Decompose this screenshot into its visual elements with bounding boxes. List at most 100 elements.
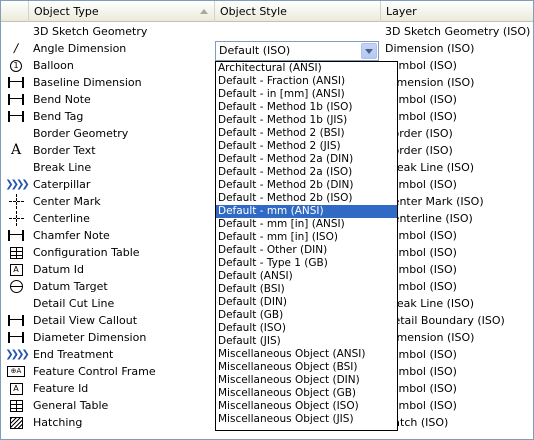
layer-cell[interactable]: Centerline (ISO) bbox=[385, 210, 473, 227]
dropdown-option[interactable]: Miscellaneous Object (GB) bbox=[216, 387, 397, 400]
object-type-cell: Datum Id bbox=[33, 263, 84, 276]
feature-control-frame-icon: ⊕A bbox=[6, 363, 26, 380]
dropdown-option[interactable]: Default - Fraction (ANSI) bbox=[216, 75, 397, 88]
column-header-layer-label: Layer bbox=[386, 5, 417, 18]
layer-cell[interactable]: Break Line (ISO) bbox=[385, 295, 474, 312]
object-type-cell: Chamfer Note bbox=[33, 229, 110, 242]
object-type-cell: Balloon bbox=[33, 59, 74, 72]
object-type-cell: Datum Target bbox=[33, 280, 108, 293]
row-icon-empty bbox=[6, 125, 26, 142]
dropdown-option[interactable]: Default - in [mm] (ANSI) bbox=[216, 88, 397, 101]
object-type-cell: Feature Control Frame bbox=[33, 365, 156, 378]
layer-cell[interactable]: 3D Sketch Geometry (ISO) bbox=[385, 23, 530, 40]
dropdown-option[interactable]: Default (GB) bbox=[216, 309, 397, 322]
object-style-dropdown-list: Architectural (ANSI) Default - Fraction (… bbox=[215, 61, 398, 431]
object-type-cell: 3D Sketch Geometry bbox=[33, 25, 148, 38]
hatch-icon bbox=[6, 414, 26, 431]
object-style-combo[interactable]: Default (ISO) bbox=[215, 41, 379, 61]
layer-cell[interactable]: Dimension (ISO) bbox=[385, 74, 474, 91]
dropdown-option[interactable]: Miscellaneous Object (ISO) bbox=[216, 400, 397, 413]
dimension-icon bbox=[6, 91, 26, 108]
caterpillar-icon: ❯❯❯❯ bbox=[5, 349, 29, 360]
dropdown-option[interactable]: Default - Method 2b (ISO) bbox=[216, 192, 397, 205]
column-header-object-type[interactable]: Object Type bbox=[29, 1, 215, 22]
caterpillar-icon: ❯❯❯❯ bbox=[5, 179, 29, 190]
layer-cell[interactable]: Dimension (ISO) bbox=[385, 40, 474, 57]
layer-cell[interactable]: Detail Boundary (ISO) bbox=[385, 312, 505, 329]
layer-cell[interactable]: Center Mark (ISO) bbox=[385, 193, 484, 210]
object-type-cell: Diameter Dimension bbox=[33, 331, 147, 344]
dropdown-option[interactable]: Default (JIS) bbox=[216, 335, 397, 348]
text-icon: A bbox=[10, 142, 22, 158]
object-type-cell: Bend Note bbox=[33, 93, 91, 106]
object-type-cell: Center Mark bbox=[33, 195, 101, 208]
dropdown-option[interactable]: Architectural (ANSI) bbox=[216, 62, 397, 75]
dropdown-option[interactable]: Miscellaneous Object (JIS) bbox=[216, 413, 397, 426]
dropdown-option[interactable]: Default - Method 2 (JIS) bbox=[216, 140, 397, 153]
layer-cell[interactable]: Break Line (ISO) bbox=[385, 159, 474, 176]
dropdown-option[interactable]: Default - Method 2a (DIN) bbox=[216, 153, 397, 166]
dropdown-option[interactable]: Default - Method 2a (ISO) bbox=[216, 166, 397, 179]
dropdown-option[interactable]: Default - Other (DIN) bbox=[216, 244, 397, 257]
dropdown-option[interactable]: Default (DIN) bbox=[216, 296, 397, 309]
row-icon-empty bbox=[6, 159, 26, 176]
object-type-cell: General Table bbox=[33, 399, 109, 412]
dropdown-option[interactable]: Miscellaneous Object (BSI) bbox=[216, 361, 397, 374]
dropdown-option[interactable]: Default - Type 1 (GB) bbox=[216, 257, 397, 270]
dimension-icon bbox=[6, 227, 26, 244]
object-type-cell: Configuration Table bbox=[33, 246, 140, 259]
object-type-cell: Hatching bbox=[33, 416, 83, 429]
table-row[interactable]: 3D Sketch Geometry 3D Sketch Geometry (IS… bbox=[1, 23, 533, 40]
datum-id-icon: A bbox=[6, 380, 26, 397]
dropdown-option[interactable]: Default - mm [in] (ANSI) bbox=[216, 218, 397, 231]
column-header-object-style[interactable]: Object Style bbox=[215, 1, 381, 22]
sort-ascending-icon bbox=[200, 9, 208, 14]
object-type-cell: Feature Id bbox=[33, 382, 89, 395]
dropdown-option[interactable]: Default - Method 1b (ISO) bbox=[216, 101, 397, 114]
chevron-down-icon bbox=[365, 48, 373, 54]
table-icon bbox=[6, 244, 26, 261]
dimension-icon bbox=[6, 329, 26, 346]
angle-dimension-icon: ∕ bbox=[13, 41, 19, 55]
object-type-cell: Detail Cut Line bbox=[33, 297, 115, 310]
object-type-cell: Angle Dimension bbox=[33, 42, 127, 55]
combo-dropdown-button[interactable] bbox=[361, 43, 377, 59]
object-type-cell: End Treatment bbox=[33, 348, 114, 361]
center-mark-icon bbox=[6, 193, 26, 210]
dropdown-option[interactable]: Default (ISO) bbox=[216, 322, 397, 335]
object-type-cell: Bend Tag bbox=[33, 110, 84, 123]
object-type-cell: Detail View Callout bbox=[33, 314, 138, 327]
dropdown-option[interactable]: Default - Method 1b (JIS) bbox=[216, 114, 397, 127]
layer-cell[interactable]: Dimension (ISO) bbox=[385, 329, 474, 346]
dimension-icon bbox=[6, 74, 26, 91]
dropdown-option[interactable]: Default - mm [in] (ISO) bbox=[216, 231, 397, 244]
balloon-icon: 1 bbox=[6, 57, 26, 74]
row-icon-empty bbox=[6, 23, 26, 40]
dimension-icon bbox=[6, 312, 26, 329]
column-header-row: Object Type Object Style Layer bbox=[1, 1, 533, 22]
column-header-layer[interactable]: Layer bbox=[381, 1, 533, 22]
column-header-object-style-label: Object Style bbox=[220, 5, 287, 18]
column-header-icon[interactable] bbox=[1, 1, 29, 22]
table-icon bbox=[6, 397, 26, 414]
object-type-cell: Border Geometry bbox=[33, 127, 129, 140]
object-type-cell: Border Text bbox=[33, 144, 96, 157]
dropdown-option[interactable]: Default - Method 2b (DIN) bbox=[216, 179, 397, 192]
dropdown-option[interactable]: Default - mm (ANSI) bbox=[216, 205, 397, 218]
row-icon-empty bbox=[6, 295, 26, 312]
dropdown-option[interactable]: Default (BSI) bbox=[216, 283, 397, 296]
column-header-object-type-label: Object Type bbox=[34, 5, 99, 18]
centerline-icon bbox=[6, 210, 26, 227]
object-type-cell: Caterpillar bbox=[33, 178, 91, 191]
object-type-cell: Baseline Dimension bbox=[33, 76, 142, 89]
object-style-combo-value: Default (ISO) bbox=[219, 44, 291, 57]
dropdown-option[interactable]: Default (ANSI) bbox=[216, 270, 397, 283]
dimension-icon bbox=[6, 108, 26, 125]
object-type-cell: Centerline bbox=[33, 212, 90, 225]
datum-id-icon: A bbox=[6, 261, 26, 278]
dropdown-option[interactable]: Default - Method 2 (BSI) bbox=[216, 127, 397, 140]
dropdown-option[interactable]: Miscellaneous Object (ANSI) bbox=[216, 348, 397, 361]
object-type-cell: Break Line bbox=[33, 161, 92, 174]
datum-target-icon bbox=[6, 278, 26, 295]
dropdown-option[interactable]: Miscellaneous Object (DIN) bbox=[216, 374, 397, 387]
